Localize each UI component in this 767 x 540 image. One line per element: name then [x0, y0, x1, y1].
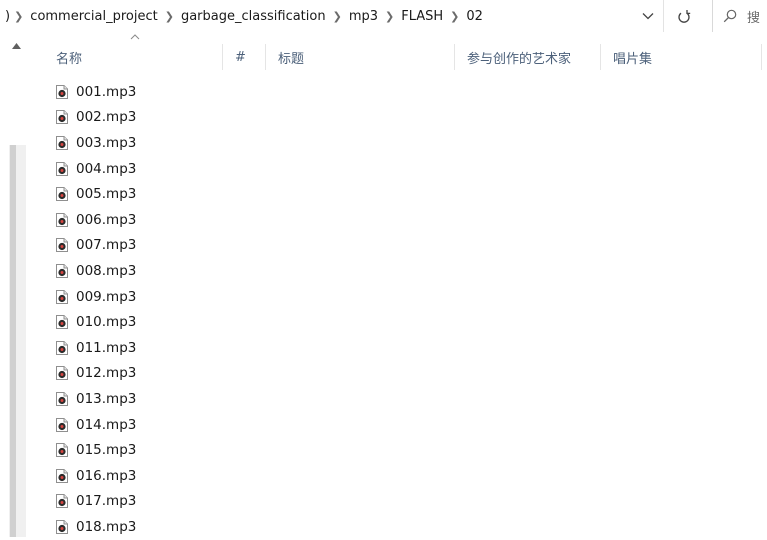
audio-file-icon	[56, 494, 68, 509]
audio-file-icon	[56, 315, 68, 330]
file-row[interactable]: 006.mp3	[56, 207, 456, 233]
file-row[interactable]: 013.mp3	[56, 386, 456, 412]
file-name: 004.mp3	[76, 160, 137, 177]
audio-file-icon	[56, 187, 68, 202]
audio-file-icon	[56, 161, 68, 176]
audio-file-icon	[56, 417, 68, 432]
column-label-artist: 参与创作的艺术家	[467, 51, 572, 67]
breadcrumb-separator-icon[interactable]: ❯	[159, 10, 180, 23]
file-name: 009.mp3	[76, 288, 137, 305]
breadcrumb-item-mp3[interactable]: mp3	[348, 9, 379, 24]
audio-file-icon	[56, 110, 68, 125]
file-name: 018.mp3	[76, 518, 137, 535]
audio-file-icon	[56, 519, 68, 534]
column-label-album: 唱片集	[613, 51, 653, 67]
column-header-album[interactable]: 唱片集	[601, 44, 761, 70]
scrollbar-thumb[interactable]	[10, 145, 16, 537]
breadcrumb-item-partial[interactable]: )	[4, 9, 11, 24]
file-row[interactable]: 008.mp3	[56, 258, 456, 284]
file-name: 002.mp3	[76, 109, 137, 126]
file-row[interactable]: 002.mp3	[56, 105, 456, 131]
file-name: 011.mp3	[76, 339, 137, 356]
file-name: 013.mp3	[76, 390, 137, 407]
scroll-up-arrow-icon	[11, 43, 21, 49]
column-header-name[interactable]: 名称	[44, 34, 222, 70]
search-placeholder: 搜	[747, 10, 761, 26]
audio-file-icon	[56, 135, 68, 150]
column-label-number: #	[235, 49, 246, 65]
file-row[interactable]: 017.mp3	[56, 489, 456, 515]
breadcrumb-separator-icon[interactable]: ❯	[444, 10, 465, 23]
file-row[interactable]: 018.mp3	[56, 514, 456, 540]
breadcrumb-separator-icon[interactable]: ❯	[327, 10, 348, 23]
file-name: 008.mp3	[76, 262, 137, 279]
column-divider[interactable]	[761, 44, 762, 70]
file-row[interactable]: 014.mp3	[56, 412, 456, 438]
refresh-icon	[678, 9, 691, 23]
file-row[interactable]: 007.mp3	[56, 233, 456, 259]
file-row[interactable]: 009.mp3	[56, 284, 456, 310]
file-row[interactable]: 001.mp3	[56, 79, 456, 105]
breadcrumb-item-commercial-project[interactable]: commercial_project	[29, 9, 158, 24]
address-divider	[663, 0, 664, 32]
column-label-title: 标题	[278, 51, 305, 67]
address-dropdown-button[interactable]	[636, 4, 660, 28]
audio-file-icon	[56, 366, 68, 381]
file-row[interactable]: 015.mp3	[56, 437, 456, 463]
file-name: 007.mp3	[76, 237, 137, 254]
file-row[interactable]: 004.mp3	[56, 156, 456, 182]
file-name: 010.mp3	[76, 314, 137, 331]
column-header-title[interactable]: 标题	[266, 44, 454, 70]
audio-file-icon	[56, 212, 68, 227]
file-name: 006.mp3	[76, 211, 137, 228]
file-name: 005.mp3	[76, 186, 137, 203]
refresh-button[interactable]	[670, 4, 698, 28]
audio-file-icon	[56, 468, 68, 483]
file-name: 016.mp3	[76, 467, 137, 484]
column-header: 名称 # 标题 参与创作的艺术家 唱片集	[44, 34, 767, 70]
audio-file-icon	[56, 238, 68, 253]
file-name: 014.mp3	[76, 416, 137, 433]
audio-file-icon	[56, 289, 68, 304]
file-name: 015.mp3	[76, 442, 137, 459]
breadcrumb-item-flash[interactable]: FLASH	[400, 9, 444, 24]
column-label-name: 名称	[56, 51, 83, 67]
file-row[interactable]: 012.mp3	[56, 361, 456, 387]
file-row[interactable]: 011.mp3	[56, 335, 456, 361]
scroll-up-button[interactable]	[10, 40, 22, 52]
audio-file-icon	[56, 340, 68, 355]
audio-file-icon	[56, 391, 68, 406]
file-name: 017.mp3	[76, 493, 137, 510]
column-header-artist[interactable]: 参与创作的艺术家	[455, 44, 600, 70]
file-row[interactable]: 016.mp3	[56, 463, 456, 489]
file-row[interactable]: 010.mp3	[56, 309, 456, 335]
file-row[interactable]: 003.mp3	[56, 130, 456, 156]
search-input[interactable]: 搜	[712, 0, 767, 32]
breadcrumb-item-garbage-classification[interactable]: garbage_classification	[180, 9, 327, 24]
breadcrumb: ) ❯ commercial_project ❯ garbage_classif…	[4, 0, 484, 32]
breadcrumb-separator-icon[interactable]: ❯	[11, 10, 29, 23]
chevron-down-icon	[642, 13, 654, 20]
search-icon	[723, 9, 737, 23]
file-list: 001.mp3 002.mp3 003.mp3 004.mp3 005.mp3 006.m…	[56, 79, 456, 540]
breadcrumb-item-02[interactable]: 02	[465, 9, 484, 24]
address-bar: ) ❯ commercial_project ❯ garbage_classif…	[0, 0, 767, 32]
file-row[interactable]: 005.mp3	[56, 181, 456, 207]
audio-file-icon	[56, 443, 68, 458]
breadcrumb-separator-icon[interactable]: ❯	[379, 10, 400, 23]
sort-ascending-icon	[130, 34, 140, 40]
column-header-number[interactable]: #	[223, 44, 265, 70]
audio-file-icon	[56, 84, 68, 99]
file-name: 012.mp3	[76, 365, 137, 382]
file-name: 001.mp3	[76, 83, 137, 100]
file-name: 003.mp3	[76, 134, 137, 151]
audio-file-icon	[56, 263, 68, 278]
navigation-pane-scrollbar[interactable]	[0, 32, 31, 537]
